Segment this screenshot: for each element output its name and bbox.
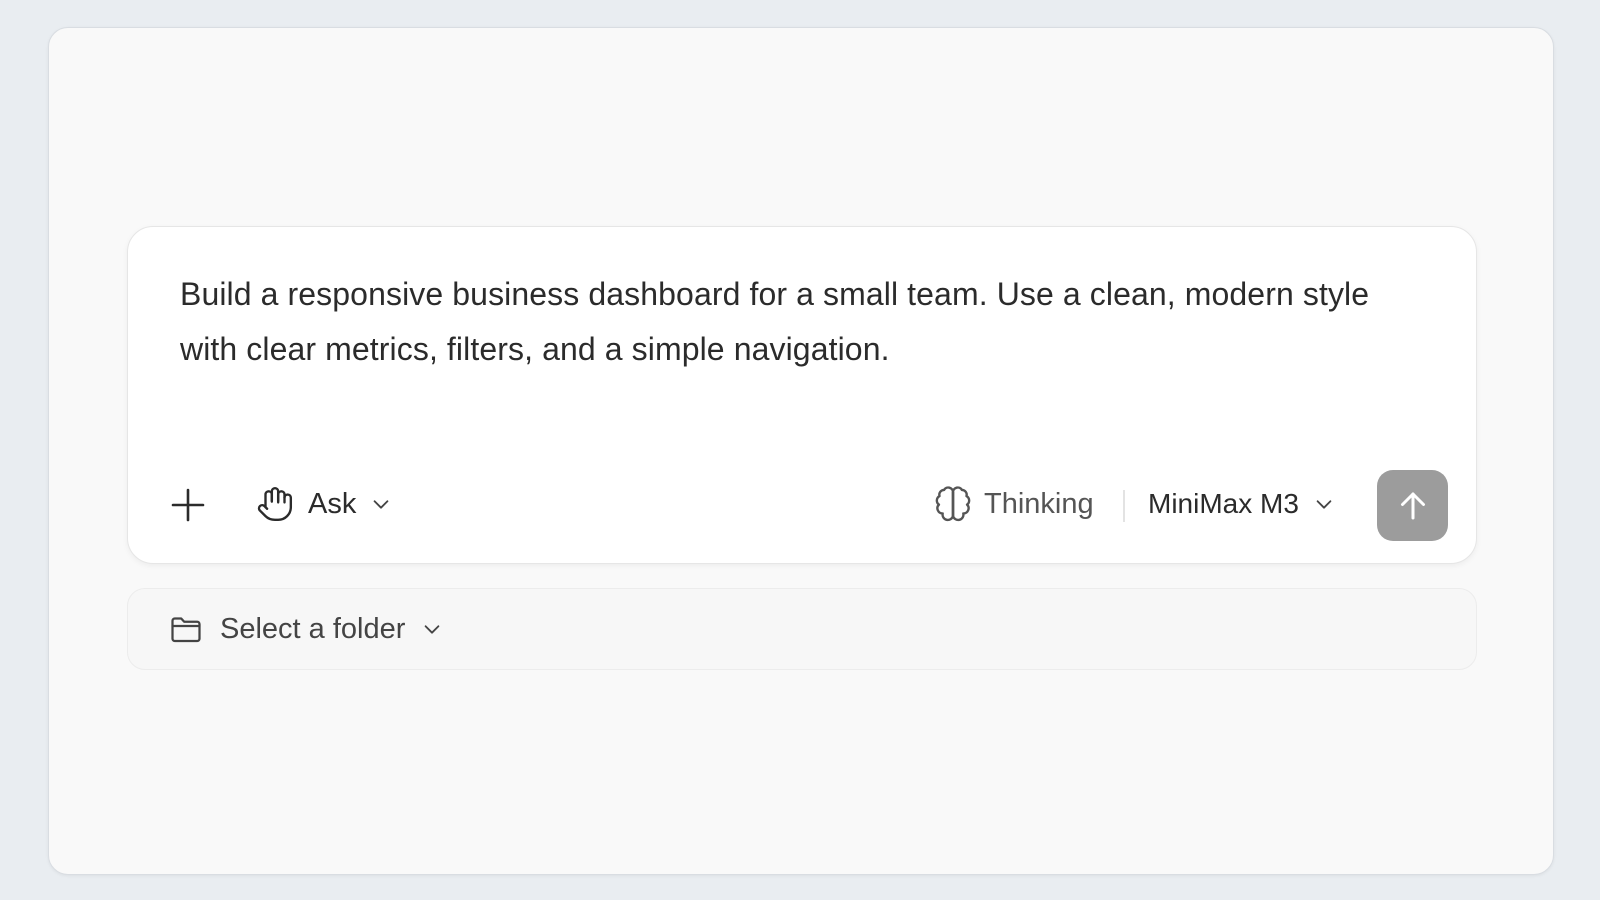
brain-icon: [935, 486, 971, 522]
add-attachment-button[interactable]: [166, 483, 210, 527]
send-button[interactable]: [1377, 470, 1448, 541]
model-selector-button[interactable]: MiniMax M3: [1148, 479, 1335, 529]
folder-icon: [171, 617, 201, 643]
folder-selector-label: Select a folder: [220, 612, 406, 645]
app-window: Build a responsive business dashboard fo…: [48, 27, 1554, 875]
arrow-up-icon: [1400, 492, 1425, 519]
chevron-down-icon: [425, 625, 440, 634]
toolbar-divider: [1123, 490, 1125, 522]
mode-label: Ask: [308, 487, 357, 520]
thinking-toggle[interactable]: Thinking: [934, 479, 1094, 529]
chevron-down-icon: [374, 500, 389, 509]
plus-icon: [171, 488, 205, 522]
prompt-input[interactable]: Build a responsive business dashboard fo…: [180, 267, 1430, 377]
thinking-label: Thinking: [984, 487, 1094, 520]
chevron-down-icon: [1316, 500, 1332, 509]
mode-selector-button[interactable]: Ask: [256, 479, 392, 529]
model-label: MiniMax M3: [1148, 488, 1299, 519]
folder-selector-button[interactable]: Select a folder: [168, 604, 443, 654]
folder-selector-bar: Select a folder: [127, 588, 1477, 670]
hand-icon: [257, 487, 293, 522]
prompt-composer: Build a responsive business dashboard fo…: [127, 226, 1477, 564]
composer-toolbar: Ask Thinking MiniMax M3: [128, 467, 1476, 541]
